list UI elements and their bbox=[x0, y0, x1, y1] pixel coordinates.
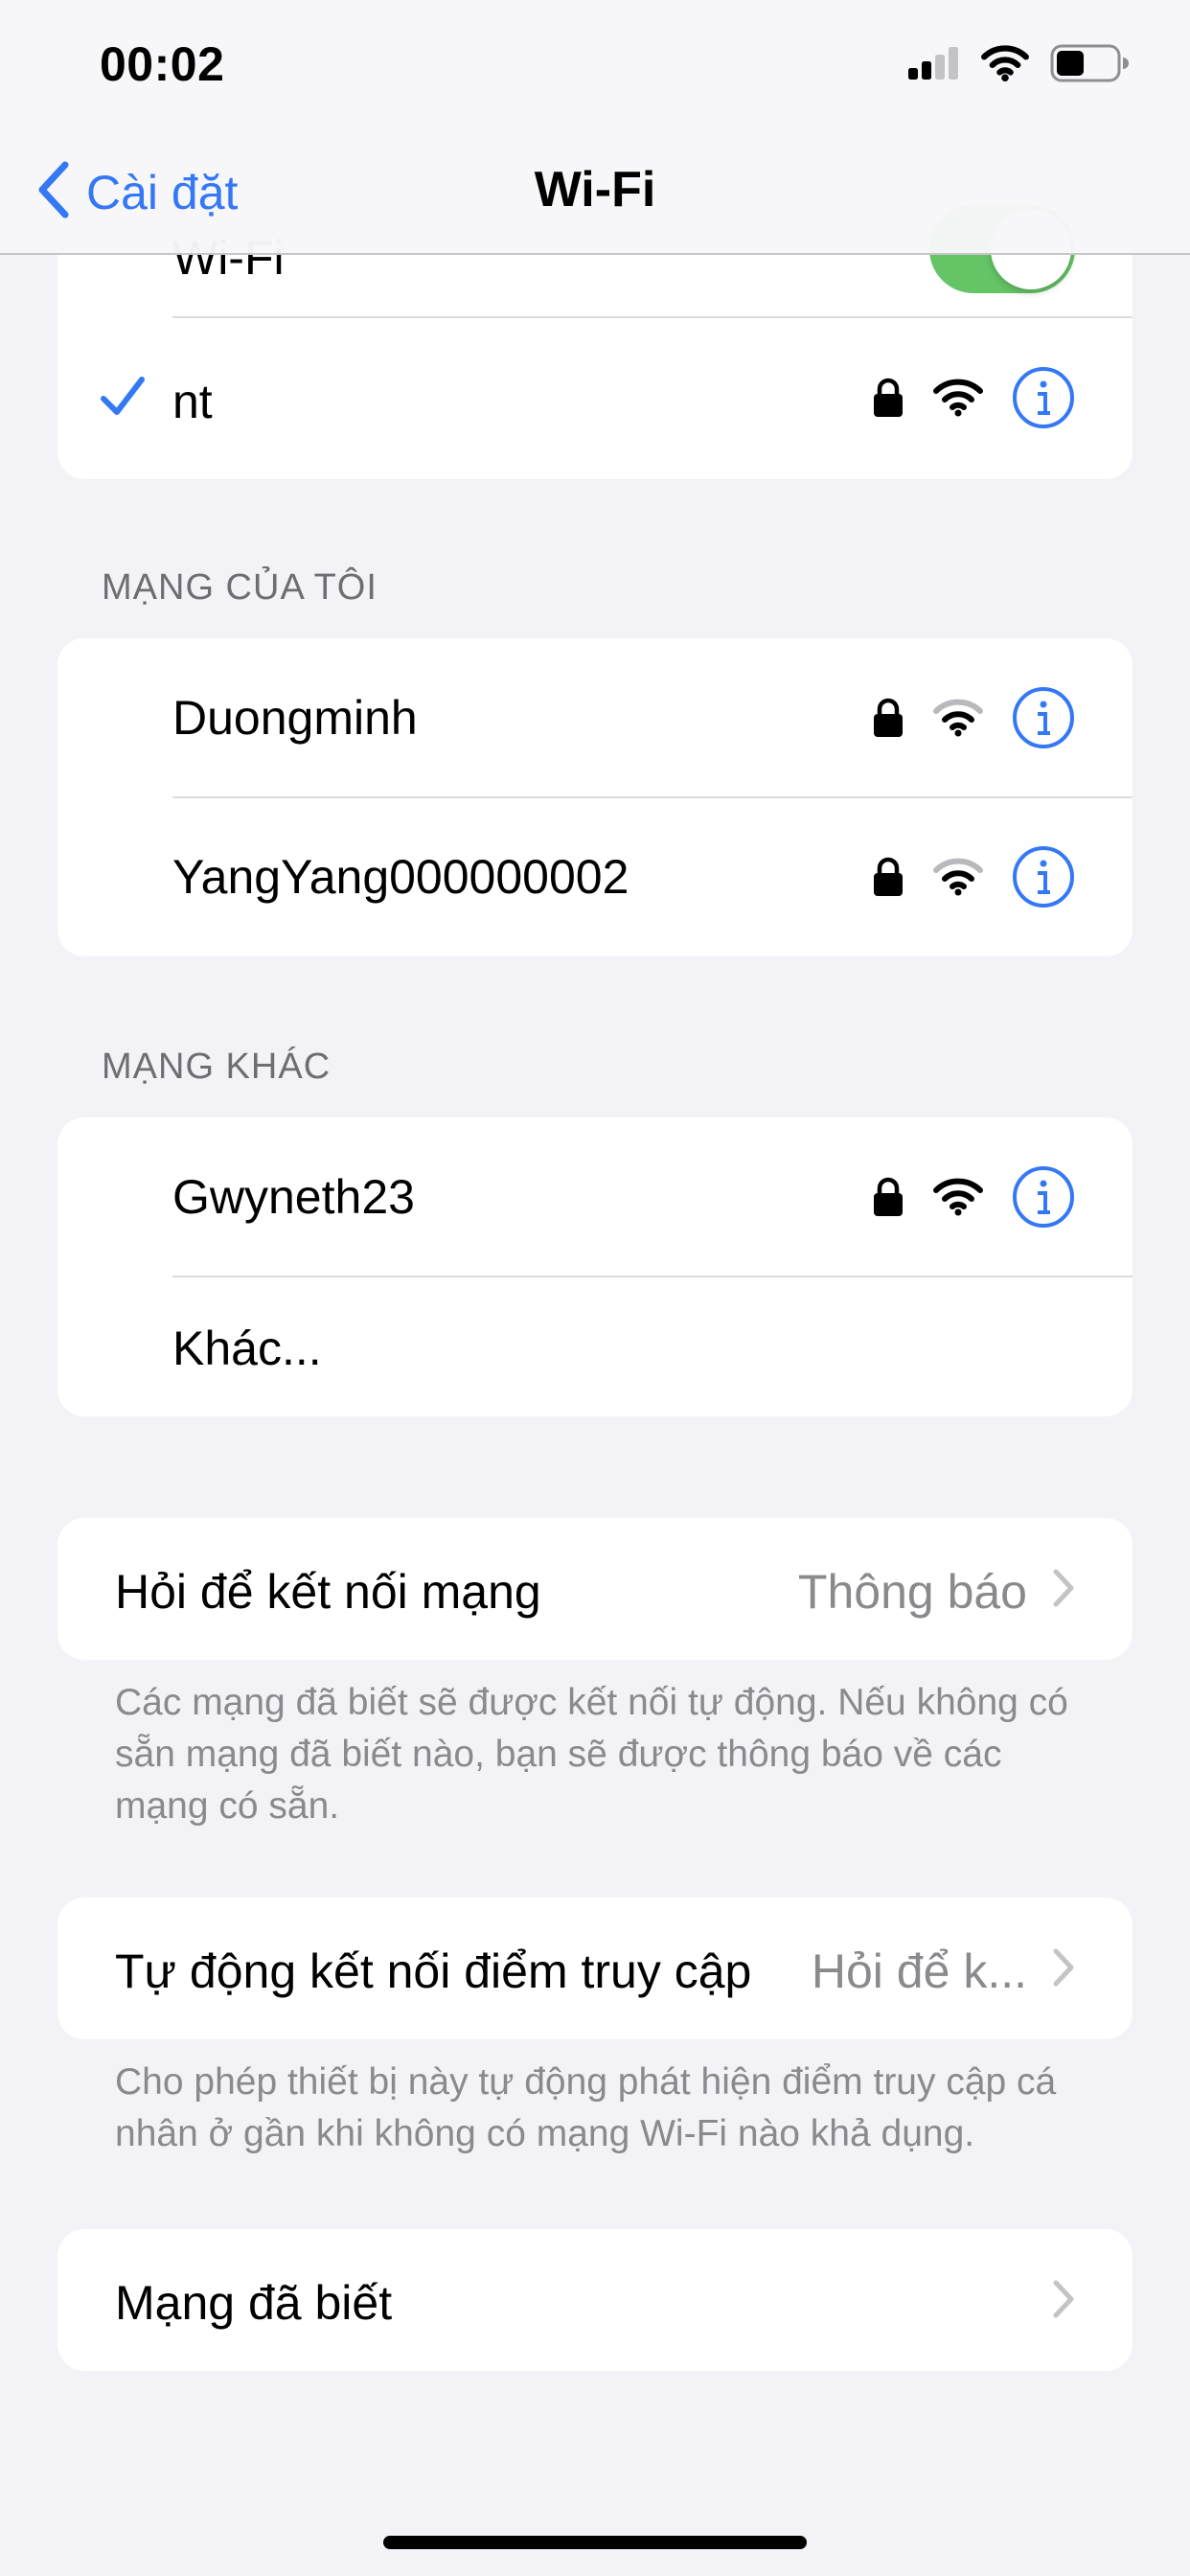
auto-join-hotspot-value: Hỏi để k... bbox=[811, 1944, 1027, 1998]
status-time: 00:02 bbox=[100, 37, 225, 91]
ask-to-join-card[interactable]: Hỏi để kết nối mạng Thông báo bbox=[57, 1518, 1133, 1660]
chevron-right-icon bbox=[1052, 2279, 1075, 2324]
my-networks-header: MẠNG CỦA TÔI bbox=[102, 567, 378, 608]
ask-to-join-value: Thông báo bbox=[797, 1565, 1027, 1619]
ask-to-join-label: Hỏi để kết nối mạng bbox=[115, 1565, 541, 1619]
info-icon[interactable] bbox=[1012, 686, 1075, 754]
ask-to-join-footnote: Các mạng đã biết sẽ được kết nối tự động… bbox=[115, 1682, 1068, 1827]
network-icons bbox=[872, 1165, 1075, 1233]
network-row-yangyang[interactable]: YangYang000000002 bbox=[57, 797, 1133, 956]
page-title: Wi-Fi bbox=[534, 162, 656, 218]
status-icons bbox=[908, 38, 1129, 92]
lock-icon bbox=[872, 856, 904, 903]
other-network-label: Khác... bbox=[172, 1322, 322, 1375]
info-icon[interactable] bbox=[1012, 1165, 1075, 1233]
network-row-gwyneth23[interactable]: Gwyneth23 bbox=[57, 1117, 1133, 1276]
other-networks-header: MẠNG KHÁC bbox=[102, 1046, 332, 1087]
checkmark-icon bbox=[100, 374, 146, 425]
wifi-status-icon bbox=[981, 44, 1029, 86]
network-name: Duongminh bbox=[172, 691, 418, 745]
network-row-duongminh[interactable]: Duongminh bbox=[57, 638, 1133, 797]
auto-join-hotspot-footnote: Cho phép thiết bị này tự động phát hiện … bbox=[115, 2061, 1057, 2154]
connected-network-row[interactable]: nt bbox=[57, 318, 1133, 479]
lock-icon bbox=[872, 377, 904, 424]
wifi-signal-icon bbox=[933, 1178, 983, 1221]
auto-join-hotspot-card[interactable]: Tự động kết nối điểm truy cập Hỏi để k..… bbox=[57, 1898, 1133, 2039]
network-icons bbox=[872, 686, 1075, 754]
network-icons bbox=[872, 845, 1075, 913]
wifi-signal-icon bbox=[933, 379, 983, 422]
lock-icon bbox=[872, 697, 904, 744]
status-bar: 00:02 bbox=[0, 0, 1190, 134]
my-networks-card: Duongminh YangYang000000002 bbox=[57, 638, 1133, 956]
wifi-settings-content: Wi-Fi nt MẠNG CỦA TÔI Duongminh YangYang… bbox=[0, 0, 1190, 2576]
network-name: YangYang000000002 bbox=[172, 850, 629, 904]
wifi-signal-weak-icon bbox=[933, 858, 983, 901]
info-icon[interactable] bbox=[1012, 366, 1075, 434]
other-network-row[interactable]: Khác... bbox=[57, 1276, 1133, 1416]
navigation-bar: Cài đặt Wi-Fi bbox=[0, 134, 1190, 255]
battery-icon bbox=[1050, 44, 1129, 87]
connected-network-name: nt bbox=[172, 375, 213, 428]
chevron-right-icon bbox=[1052, 1568, 1075, 1613]
connected-network-icons bbox=[872, 366, 1075, 434]
auto-join-hotspot-label: Tự động kết nối điểm truy cập bbox=[115, 1944, 752, 1998]
wifi-signal-weak-icon bbox=[933, 699, 983, 742]
known-networks-card[interactable]: Mạng đã biết bbox=[57, 2229, 1133, 2371]
cellular-signal-icon bbox=[908, 46, 960, 84]
other-networks-card: Gwyneth23 Khác... bbox=[57, 1117, 1133, 1416]
info-icon[interactable] bbox=[1012, 845, 1075, 913]
lock-icon bbox=[872, 1176, 904, 1223]
network-name: Gwyneth23 bbox=[172, 1170, 415, 1224]
known-networks-label: Mạng đã biết bbox=[115, 2276, 393, 2330]
chevron-right-icon bbox=[1052, 1947, 1075, 1992]
